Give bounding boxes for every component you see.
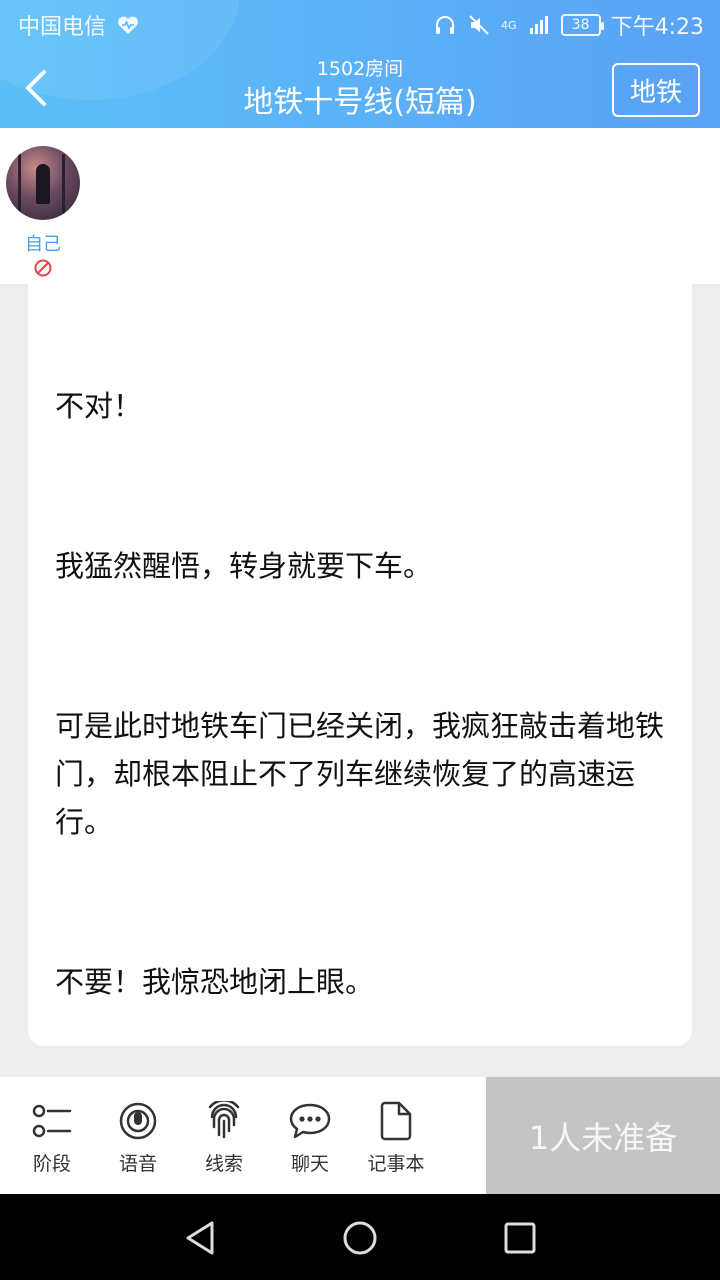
status-left: 中国电信 xyxy=(18,9,140,41)
scene-tag-button[interactable]: 地铁 xyxy=(612,63,700,117)
avatar-detail xyxy=(62,154,65,214)
notebook-icon xyxy=(380,1101,412,1141)
avatar-detail xyxy=(18,152,21,212)
players-row: 自己 xyxy=(0,128,720,284)
story-paragraph: 不要！我惊恐地闭上眼。 xyxy=(55,965,375,999)
tool-notebook[interactable]: 记事本 xyxy=(356,1077,436,1194)
battery-indicator: 38 xyxy=(560,14,604,36)
nav-home-icon[interactable] xyxy=(340,1218,380,1258)
system-nav-bar xyxy=(0,1194,720,1280)
avatar xyxy=(6,146,80,220)
mute-icon xyxy=(469,15,489,35)
story-paragraph: 我猛然醒悟，转身就要下车。 xyxy=(55,549,433,583)
chat-icon xyxy=(289,1103,331,1139)
fingerprint-icon xyxy=(208,1101,240,1139)
ready-button[interactable]: 1人未准备 xyxy=(486,1077,720,1194)
tool-label: 线索 xyxy=(204,1153,243,1175)
carrier-label: 中国电信 xyxy=(18,15,107,40)
nav-back-icon[interactable] xyxy=(180,1218,220,1258)
network-type: 4G xyxy=(501,18,517,32)
app-root: 中国电信 4G 38 下午4:23 1502房间 地铁十号线(短篇) 地铁 自己… xyxy=(0,0,720,1280)
avatar-detail xyxy=(36,164,50,204)
health-icon xyxy=(118,16,138,34)
story-paragraph: 可是此时地铁车门已经关闭，我疯狂敲击着地铁门，却根本阻止不了列车继续恢复了的高速… xyxy=(55,709,665,839)
tool-stages[interactable]: 阶段 xyxy=(12,1077,92,1194)
header: 中国电信 4G 38 下午4:23 1502房间 地铁十号线(短篇) 地铁 xyxy=(0,0,720,128)
tool-label: 阶段 xyxy=(32,1153,71,1175)
tool-label: 聊天 xyxy=(290,1153,329,1175)
status-bar: 中国电信 4G 38 下午4:23 xyxy=(0,0,720,50)
signal-icon xyxy=(529,16,548,34)
stages-icon xyxy=(32,1104,72,1138)
tool-label: 记事本 xyxy=(367,1153,425,1175)
story-paragraph: 不对！ xyxy=(55,389,143,423)
tool-voice[interactable]: 语音 xyxy=(98,1077,178,1194)
status-right: 4G 38 下午4:23 xyxy=(433,9,704,41)
tool-chat[interactable]: 聊天 xyxy=(270,1077,350,1194)
headphones-icon xyxy=(436,16,455,34)
forbid-icon xyxy=(6,258,80,278)
player-self[interactable]: 自己 xyxy=(6,146,80,278)
player-name: 自己 xyxy=(25,234,61,255)
tool-label: 语音 xyxy=(118,1153,157,1175)
nav-recents-icon[interactable] xyxy=(500,1218,540,1258)
voice-icon xyxy=(119,1102,157,1140)
clock: 下午4:23 xyxy=(610,15,704,40)
tool-clues[interactable]: 线索 xyxy=(184,1077,264,1194)
